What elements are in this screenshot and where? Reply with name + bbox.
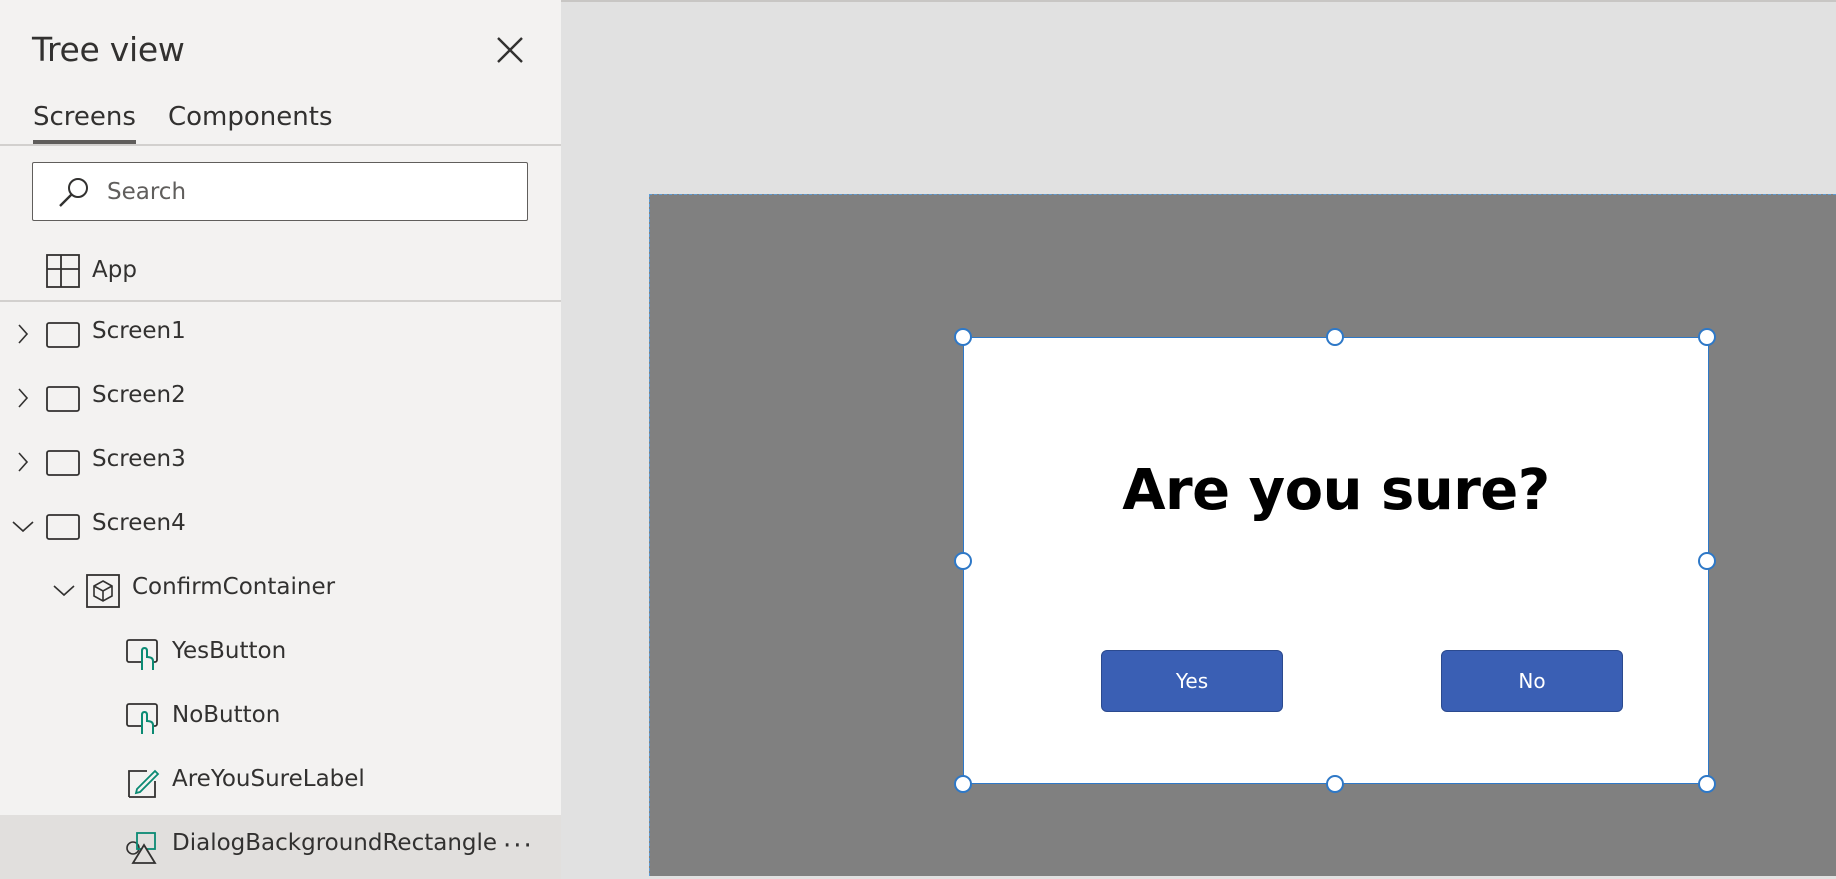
- tree-item-screen3[interactable]: Screen3: [0, 431, 561, 495]
- close-icon: [497, 37, 523, 63]
- tree-item-label: Screen2: [92, 382, 186, 408]
- resize-handle-left[interactable]: [954, 552, 972, 570]
- tree-item-screen2[interactable]: Screen2: [0, 367, 561, 431]
- app-icon: [46, 254, 80, 288]
- no-button[interactable]: No: [1441, 650, 1623, 712]
- tree-item-confirm-container[interactable]: ConfirmContainer: [0, 559, 561, 623]
- resize-handle-top-left[interactable]: [954, 328, 972, 346]
- tab-components[interactable]: Components: [168, 102, 333, 140]
- tree-item-dialog-background-rectangle[interactable]: DialogBackgroundRectangle ···: [0, 815, 561, 879]
- screen-icon: [46, 322, 80, 348]
- button-icon: [126, 639, 158, 670]
- more-options-button[interactable]: ···: [503, 831, 534, 861]
- panel-title: Tree view: [32, 30, 185, 69]
- tree-item-label: AreYouSureLabel: [172, 766, 365, 792]
- tree-view-panel: Tree view Screens Components App Screen1: [0, 0, 561, 879]
- tree-item-are-you-sure-label[interactable]: AreYouSureLabel: [0, 751, 561, 815]
- tree-item-label: Screen4: [92, 510, 186, 536]
- container-icon: [86, 574, 120, 608]
- search-input[interactable]: [105, 173, 509, 211]
- chevron-right-icon[interactable]: [11, 386, 35, 410]
- tree-item-label: YesButton: [172, 638, 287, 664]
- tree-item-app[interactable]: App: [0, 244, 561, 302]
- chevron-down-icon[interactable]: [11, 514, 35, 538]
- tree-item-label: ConfirmContainer: [132, 574, 336, 600]
- resize-handle-right[interactable]: [1698, 552, 1716, 570]
- tree-item-no-button[interactable]: NoButton: [0, 687, 561, 751]
- screen-icon: [46, 514, 80, 540]
- shapes-icon: [126, 832, 157, 864]
- canvas-top-border: [561, 0, 1836, 2]
- tree-item-yes-button[interactable]: YesButton: [0, 623, 561, 687]
- tree-item-label: NoButton: [172, 702, 281, 728]
- tree-item-label: App: [92, 257, 137, 283]
- screen-icon: [46, 450, 80, 476]
- tree-item-label: Screen3: [92, 446, 186, 472]
- resize-handle-bottom-right[interactable]: [1698, 775, 1716, 793]
- search-icon: [59, 178, 88, 207]
- tab-screens[interactable]: Screens: [33, 102, 136, 144]
- resize-handle-bottom-left[interactable]: [954, 775, 972, 793]
- tree-item-screen1[interactable]: Screen1: [0, 303, 561, 367]
- tree-item-label: DialogBackgroundRectangle: [172, 830, 498, 856]
- tab-bar: Screens Components: [0, 98, 561, 146]
- screen-icon: [46, 386, 80, 412]
- resize-handle-top[interactable]: [1326, 328, 1344, 346]
- chevron-right-icon[interactable]: [11, 450, 35, 474]
- button-icon: [126, 703, 158, 734]
- close-button[interactable]: [494, 34, 526, 66]
- resize-handle-bottom[interactable]: [1326, 775, 1344, 793]
- are-you-sure-label[interactable]: Are you sure?: [964, 458, 1708, 523]
- tree-item-label: Screen1: [92, 318, 186, 344]
- confirm-dialog[interactable]: Are you sure? Yes No: [963, 337, 1709, 784]
- chevron-down-icon[interactable]: [52, 578, 76, 602]
- resize-handle-top-right[interactable]: [1698, 328, 1716, 346]
- search-box[interactable]: [32, 162, 528, 221]
- chevron-right-icon[interactable]: [11, 322, 35, 346]
- tree-item-screen4[interactable]: Screen4: [0, 495, 561, 559]
- label-icon: [128, 769, 160, 798]
- yes-button[interactable]: Yes: [1101, 650, 1283, 712]
